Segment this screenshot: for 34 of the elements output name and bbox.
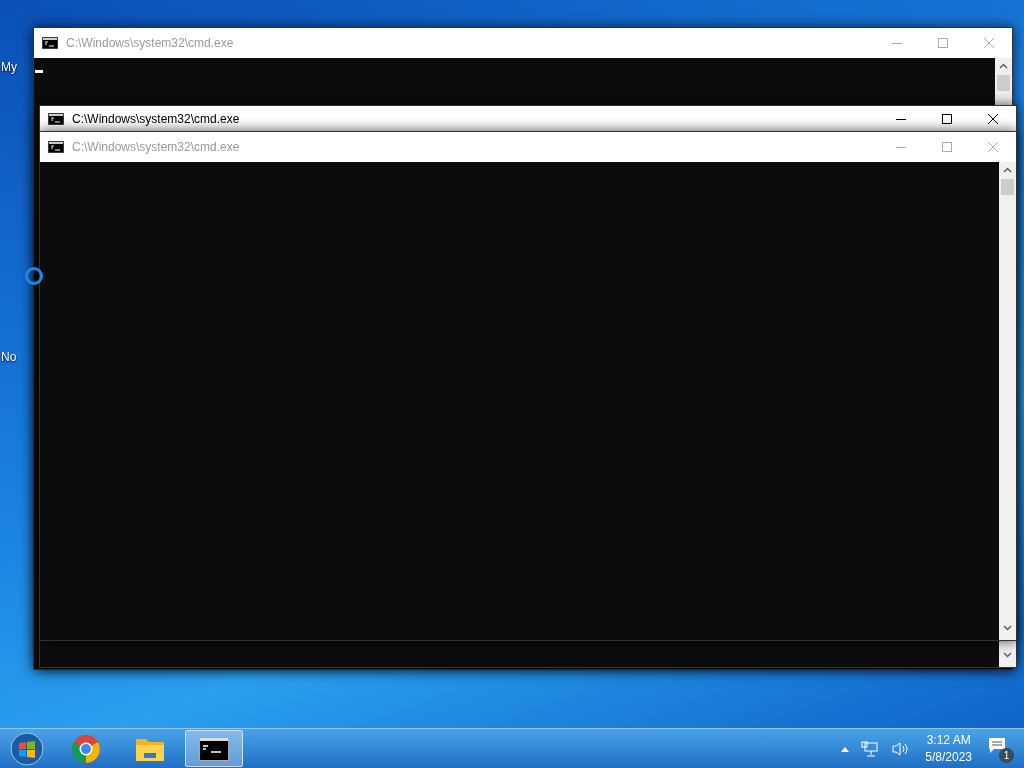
close-icon: [988, 114, 998, 124]
console-icon: [48, 141, 64, 153]
scroll-thumb[interactable]: [1001, 179, 1014, 195]
desktop-icon-label[interactable]: My: [1, 58, 17, 76]
maximize-icon: [942, 142, 952, 152]
console-icon: [199, 736, 229, 761]
scroll-thumb[interactable]: [997, 75, 1010, 91]
window-title: C:\Windows\system32\cmd.exe: [66, 35, 234, 52]
scrollbar[interactable]: [995, 58, 1012, 105]
window-title: C:\Windows\system32\cmd.exe: [72, 139, 240, 156]
minimize-icon: [892, 42, 902, 44]
maximize-icon: [942, 114, 952, 124]
close-icon: [984, 38, 994, 48]
clock[interactable]: 3:12 AM 5/8/2023: [921, 731, 976, 766]
network-icon[interactable]: [861, 740, 880, 757]
desktop-icon-label[interactable]: No: [1, 348, 17, 366]
console-icon: [42, 37, 58, 49]
scrollbar[interactable]: [999, 640, 1016, 667]
scrollbar[interactable]: [999, 162, 1016, 640]
show-hidden-icons-icon[interactable]: [841, 745, 850, 752]
speaker-icon[interactable]: [891, 740, 910, 757]
close-icon: [988, 142, 998, 152]
taskbar-button[interactable]: [185, 730, 243, 767]
window-title: C:\Windows\system32\cmd.exe: [72, 111, 240, 128]
action-center-button[interactable]: 1: [988, 734, 1014, 763]
console-icon: [48, 113, 64, 125]
windows-logo-icon: [10, 731, 44, 766]
busy-cursor-icon: [24, 266, 44, 286]
browser-icon: [71, 733, 101, 764]
minimize-icon: [896, 118, 906, 120]
message-icon: [988, 736, 1006, 755]
notification-badge: 1: [999, 747, 1014, 763]
maximize-icon: [938, 38, 948, 48]
minimize-icon: [896, 146, 906, 148]
